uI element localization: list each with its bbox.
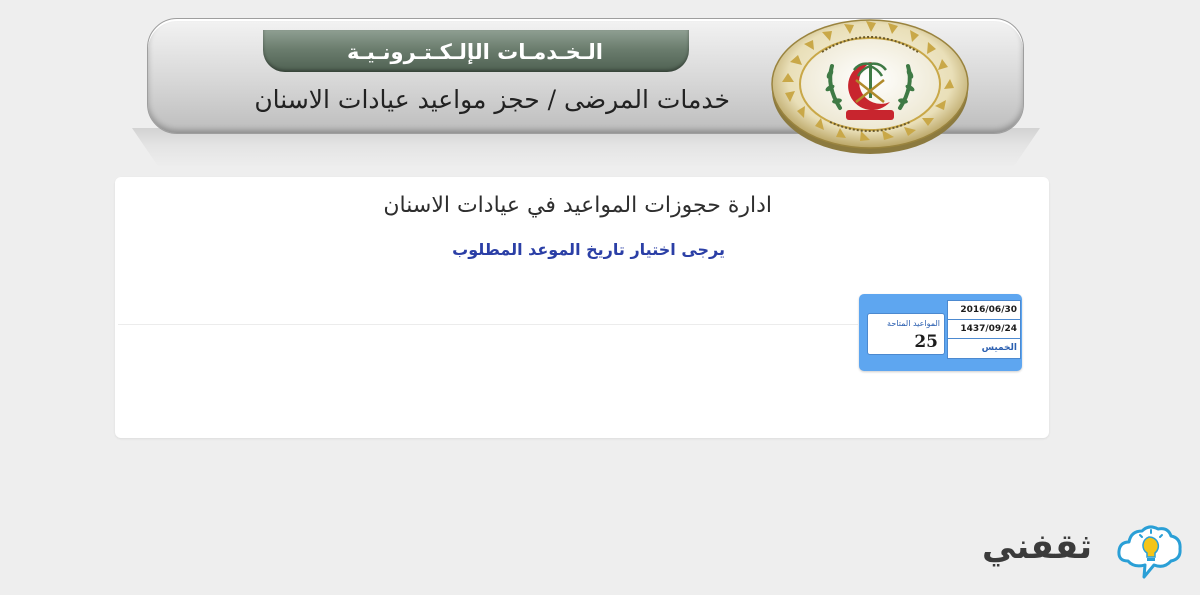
available-slots-count: 25 (914, 332, 938, 352)
armed-forces-hospital-emblem-icon[interactable] (760, 4, 980, 154)
available-slots-box[interactable]: المواعيد المتاحة 25 (867, 313, 945, 355)
page-title: ادارة حجوزات المواعيد في عيادات الاسنان (383, 193, 772, 218)
page-breadcrumb-title: خدمات المرضى / حجز مواعيد عيادات الاسنان (254, 85, 730, 114)
divider (118, 324, 858, 325)
hijri-date: 1437/09/24 (948, 320, 1020, 339)
lightbulb-cloud-icon (1117, 525, 1182, 579)
gregorian-date: 2016/06/30 (948, 301, 1020, 320)
banner-strip-title: الـخـدمـات الإلـكـتـرونـيـة (346, 40, 604, 64)
date-info-box[interactable]: 2016/06/30 1437/09/24 الخميس (947, 300, 1021, 359)
watermark-logo-text: ثقفني (982, 527, 1092, 567)
available-slots-label: المواعيد المتاحة (887, 319, 940, 328)
instruction-text: يرجى اختيار تاريخ الموعد المطلوب (452, 240, 725, 259)
day-name: الخميس (981, 343, 1017, 353)
